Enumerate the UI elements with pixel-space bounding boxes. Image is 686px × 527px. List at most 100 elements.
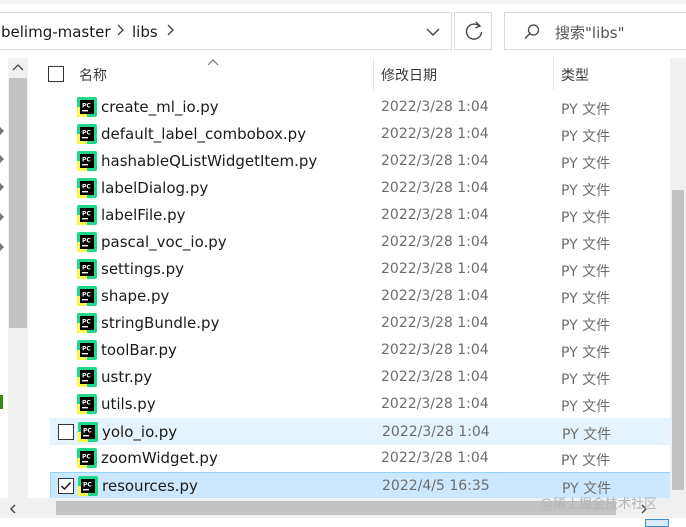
pycharm-file-icon: PC (77, 313, 97, 333)
file-name[interactable]: pascal_voc_io.py (101, 233, 227, 251)
file-modified-date: 2022/3/28 1:04 (381, 396, 489, 412)
svg-text:PC: PC (82, 211, 91, 218)
file-name[interactable]: default_label_combobox.py (101, 125, 306, 143)
column-modified-header[interactable]: 修改日期 (381, 65, 437, 85)
breadcrumb-belimg-master[interactable]: belimg-master (1, 23, 111, 41)
details-view-toggle[interactable] (645, 519, 669, 527)
expand-arrow-icon[interactable] (0, 176, 4, 191)
file-row[interactable]: PC pascal_voc_io.py 2022/3/28 1:04 PY 文件 (50, 229, 680, 256)
column-type-header[interactable]: 类型 (561, 65, 589, 85)
expand-arrow-icon[interactable] (0, 120, 4, 135)
file-row[interactable]: PC ustr.py 2022/3/28 1:04 PY 文件 (50, 364, 680, 391)
file-name[interactable]: hashableQListWidgetItem.py (101, 152, 317, 170)
file-name[interactable]: yolo_io.py (102, 423, 177, 441)
file-type: PY 文件 (561, 156, 611, 172)
row-checkbox[interactable] (58, 478, 74, 494)
scroll-up-button[interactable] (8, 58, 28, 76)
file-row[interactable]: PC toolBar.py 2022/3/28 1:04 PY 文件 (50, 337, 680, 364)
chevron-up-icon (12, 64, 24, 71)
file-name[interactable]: zoomWidget.py (101, 449, 218, 467)
nav-item-fragment (0, 395, 3, 409)
chevron-right-icon[interactable] (166, 23, 176, 41)
file-modified-date: 2022/4/5 16:35 (382, 478, 490, 494)
file-name[interactable]: settings.py (101, 260, 184, 278)
breadcrumb-libs[interactable]: libs (132, 23, 158, 41)
file-modified-date: 2022/3/28 1:04 (381, 315, 489, 331)
pycharm-file-icon: PC (77, 151, 97, 171)
scroll-left-button[interactable] (6, 501, 20, 515)
file-row[interactable]: PC default_label_combobox.py 2022/3/28 1:0… (50, 121, 680, 148)
file-type: PY 文件 (561, 399, 611, 415)
svg-text:PC: PC (82, 238, 91, 245)
search-placeholder[interactable]: 搜索"libs" (555, 22, 624, 43)
row-checkbox[interactable] (58, 424, 74, 440)
file-name[interactable]: create_ml_io.py (101, 98, 219, 116)
svg-text:PC: PC (82, 373, 91, 380)
file-name[interactable]: shape.py (101, 287, 169, 305)
svg-text:PC: PC (82, 400, 91, 407)
file-modified-date: 2022/3/28 1:04 (382, 424, 490, 440)
pycharm-file-icon: PC (77, 286, 97, 306)
file-name[interactable]: ustr.py (101, 368, 152, 386)
file-type: PY 文件 (561, 210, 611, 226)
file-name[interactable]: utils.py (101, 395, 156, 413)
address-bar[interactable]: belimg-master libs (0, 12, 452, 50)
file-type: PY 文件 (561, 129, 611, 145)
chevron-down-icon (426, 28, 440, 36)
file-row[interactable]: PC create_ml_io.py 2022/3/28 1:04 PY 文件 (50, 94, 680, 121)
pycharm-file-icon: PC (78, 422, 98, 442)
watermark: @稀土掘金技术社区 (540, 497, 658, 512)
file-modified-date: 2022/3/28 1:04 (381, 342, 489, 358)
svg-text:PC: PC (82, 265, 91, 272)
scrollbar-corner (670, 498, 686, 518)
file-row[interactable]: PC shape.py 2022/3/28 1:04 PY 文件 (50, 283, 680, 310)
file-name[interactable]: toolBar.py (101, 341, 177, 359)
search-box[interactable]: 搜索"libs" (504, 12, 686, 50)
file-modified-date: 2022/3/28 1:04 (381, 99, 489, 115)
navigation-scroll-thumb[interactable] (9, 78, 27, 328)
svg-text:PC: PC (82, 292, 91, 299)
horizontal-scroll-thumb[interactable] (56, 501, 616, 515)
file-row[interactable]: PC stringBundle.py 2022/3/28 1:04 PY 文件 (50, 310, 680, 337)
file-type: PY 文件 (561, 102, 611, 118)
file-modified-date: 2022/3/28 1:04 (381, 261, 489, 277)
file-row[interactable]: PC settings.py 2022/3/28 1:04 PY 文件 (50, 256, 680, 283)
expand-arrow-icon[interactable] (0, 148, 4, 163)
file-row[interactable]: PC hashableQListWidgetItem.py 2022/3/28 1:… (50, 148, 680, 175)
file-row[interactable]: PC zoomWidget.py 2022/3/28 1:04 PY 文件 (50, 445, 680, 472)
file-row[interactable]: PC utils.py 2022/3/28 1:04 PY 文件 (50, 391, 680, 418)
select-all-checkbox[interactable] (48, 66, 64, 82)
file-type: PY 文件 (561, 183, 611, 199)
search-icon (524, 24, 540, 39)
file-row[interactable]: PC labelDialog.py 2022/3/28 1:04 PY 文件 (50, 175, 680, 202)
file-modified-date: 2022/3/28 1:04 (381, 288, 489, 304)
address-history-dropdown[interactable] (418, 22, 448, 42)
status-bar (0, 518, 686, 527)
file-name[interactable]: labelFile.py (101, 206, 186, 224)
file-row[interactable]: PC labelFile.py 2022/3/28 1:04 PY 文件 (50, 202, 680, 229)
file-name[interactable]: labelDialog.py (101, 179, 208, 197)
expand-arrow-icon[interactable] (0, 236, 4, 251)
vertical-scroll-thumb[interactable] (672, 190, 684, 490)
svg-text:PC: PC (82, 346, 91, 353)
column-name-header[interactable]: 名称 (79, 65, 107, 85)
column-divider[interactable] (373, 58, 374, 90)
pycharm-file-icon: PC (77, 259, 97, 279)
top-divider (0, 0, 686, 4)
file-name[interactable]: resources.py (102, 477, 198, 495)
file-type: PY 文件 (561, 237, 611, 253)
file-type: PY 文件 (561, 291, 611, 307)
svg-text:PC: PC (82, 454, 91, 461)
file-modified-date: 2022/3/28 1:04 (381, 180, 489, 196)
pycharm-file-icon: PC (77, 340, 97, 360)
file-row[interactable]: PC yolo_io.py 2022/3/28 1:04 PY 文件 (50, 418, 680, 445)
chevron-right-icon[interactable] (116, 23, 126, 41)
sort-ascending-icon (207, 59, 219, 66)
file-name[interactable]: stringBundle.py (101, 314, 219, 332)
address-toolbar: belimg-master libs 搜索"libs" (0, 0, 686, 58)
svg-text:PC: PC (82, 319, 91, 326)
expand-arrow-icon[interactable] (0, 206, 4, 221)
column-divider[interactable] (553, 58, 554, 90)
refresh-button[interactable] (454, 12, 492, 50)
file-type: PY 文件 (561, 345, 611, 361)
